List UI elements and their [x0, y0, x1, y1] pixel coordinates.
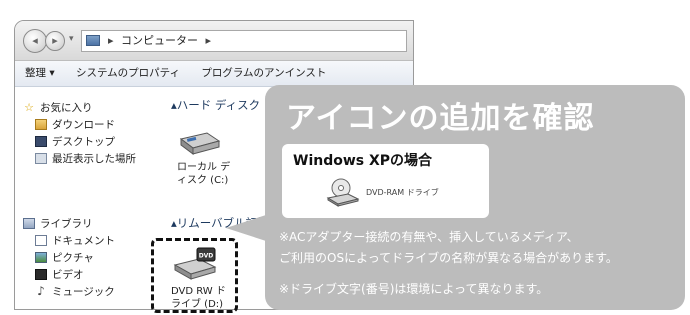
- address-bar-area: ◂ ▸ ▾ ▸ コンピューター ▸: [15, 21, 413, 61]
- callout-pointer: [226, 215, 266, 241]
- navigation-pane: ☆ お気に入り ダウンロード デスクトップ 最近表示した場所 ライブラリ ドキュ…: [15, 87, 163, 309]
- breadcrumb-separator: ▸: [108, 34, 114, 47]
- note-drive-name-line1: ※ACアダプター接続の有無や、挿入しているメディア、: [279, 230, 579, 244]
- documents-icon: [35, 235, 47, 246]
- favorites-group: ☆ お気に入り ダウンロード デスクトップ 最近表示した場所: [23, 99, 136, 167]
- command-bar: 整理 ▾ システムのプロパティ プログラムのアンインスト: [15, 61, 413, 87]
- nav-item-documents[interactable]: ドキュメント: [23, 232, 115, 249]
- breadcrumb-separator-trailing[interactable]: ▸: [206, 34, 212, 47]
- xp-drive-label: DVD-RAM ドライブ: [366, 187, 439, 197]
- nav-item-pictures[interactable]: ピクチャ: [23, 249, 115, 266]
- nav-item-label: 最近表示した場所: [52, 153, 136, 165]
- uninstall-program-button[interactable]: プログラムのアンインスト: [201, 67, 326, 79]
- nav-item-label: ダウンロード: [52, 119, 115, 131]
- nav-item-label: ドキュメント: [52, 235, 115, 247]
- desktop-icon: [35, 136, 47, 147]
- note-drive-name-line2: ご利用のOSによってドライブの名称が異なる場合があります。: [279, 251, 618, 265]
- nav-item-label: ミュージック: [52, 286, 115, 298]
- callout-title: アイコンの追加を確認: [286, 101, 595, 136]
- nav-item-label: ピクチャ: [52, 252, 94, 264]
- recent-pages-dropdown[interactable]: ▾: [69, 34, 74, 44]
- nav-item-label: ビデオ: [52, 269, 84, 281]
- nav-item-libraries[interactable]: ライブラリ: [23, 215, 115, 232]
- nav-item-favorites[interactable]: ☆ お気に入り: [23, 99, 136, 116]
- note-drive-letter: ※ドライブ文字(番号)は環境によって異なります。: [279, 282, 549, 296]
- windows-xp-title: Windows XPの場合: [293, 153, 433, 169]
- local-disk-label-1: ローカル デ: [177, 162, 231, 173]
- forward-button[interactable]: ▸: [45, 31, 65, 51]
- nav-item-label: ライブラリ: [40, 218, 93, 230]
- xp-dvd-ram-drive: DVD-RAM ドライブ: [326, 177, 439, 207]
- nav-item-label: デスクトップ: [52, 136, 115, 148]
- star-icon: ☆: [24, 101, 34, 114]
- system-properties-button[interactable]: システムのプロパティ: [76, 67, 180, 79]
- music-icon: ♪: [37, 284, 45, 298]
- dvd-drive-highlight: [151, 238, 238, 313]
- local-disk-c[interactable]: ローカル デ ィスク (C:): [177, 129, 247, 187]
- breadcrumb-computer[interactable]: コンピューター: [121, 34, 198, 47]
- nav-item-videos[interactable]: ビデオ: [23, 266, 115, 283]
- videos-icon: [35, 269, 47, 280]
- computer-icon: [86, 35, 100, 46]
- downloads-folder-icon: [35, 119, 47, 130]
- library-icon: [23, 218, 35, 229]
- organize-menu-button[interactable]: 整理 ▾: [25, 67, 55, 79]
- local-disk-label-2: ィスク (C:): [177, 175, 229, 186]
- windows-xp-example-box: Windows XPの場合 DVD-RAM ドライブ: [282, 144, 489, 218]
- hard-disk-icon: [179, 132, 221, 155]
- address-input[interactable]: ▸ コンピューター ▸: [81, 30, 407, 52]
- pictures-icon: [35, 252, 47, 263]
- nav-item-music[interactable]: ♪ ミュージック: [23, 283, 115, 300]
- libraries-group: ライブラリ ドキュメント ピクチャ ビデオ ♪ ミュージック: [23, 215, 115, 300]
- nav-item-desktop[interactable]: デスクトップ: [23, 133, 136, 150]
- nav-item-downloads[interactable]: ダウンロード: [23, 116, 136, 133]
- dvd-ram-drive-icon: [326, 178, 360, 207]
- nav-item-recent-places[interactable]: 最近表示した場所: [23, 150, 136, 167]
- recent-places-icon: [35, 153, 47, 164]
- nav-item-label: お気に入り: [40, 102, 93, 114]
- back-button[interactable]: ◂: [23, 29, 47, 53]
